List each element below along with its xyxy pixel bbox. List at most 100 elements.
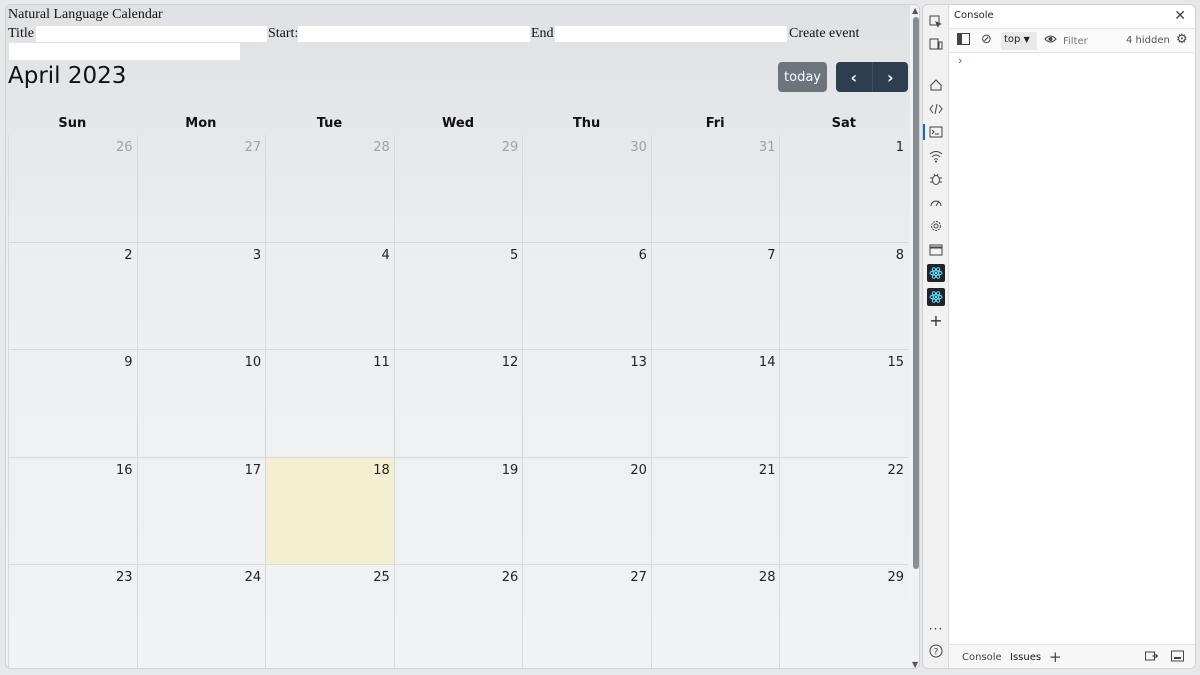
day-number[interactable]: 9: [124, 355, 132, 370]
network-icon[interactable]: [927, 147, 945, 165]
day-number[interactable]: 30: [630, 140, 647, 155]
day-cell[interactable]: 28: [650, 564, 780, 668]
drawer-tab-issues[interactable]: Issues: [1010, 652, 1041, 663]
day-number[interactable]: 19: [502, 463, 519, 478]
day-cell[interactable]: 19: [393, 457, 523, 564]
next-month-button[interactable]: ›: [871, 62, 909, 92]
day-cell[interactable]: 11: [265, 350, 394, 457]
day-number[interactable]: 28: [759, 570, 776, 585]
device-emulation-icon[interactable]: [927, 35, 945, 53]
day-cell[interactable]: 17: [136, 457, 266, 564]
day-number[interactable]: 14: [759, 355, 776, 370]
more-tools-icon[interactable]: +: [927, 311, 945, 330]
start-input[interactable]: [297, 25, 531, 43]
inspect-icon[interactable]: [927, 13, 945, 31]
day-number[interactable]: 6: [639, 248, 647, 263]
day-number[interactable]: 12: [502, 355, 519, 370]
day-number[interactable]: 27: [630, 570, 647, 585]
day-cell[interactable]: 29: [393, 135, 523, 243]
more-icon[interactable]: ···: [927, 620, 945, 638]
day-number[interactable]: 17: [245, 463, 262, 478]
day-number[interactable]: 3: [253, 248, 261, 263]
welcome-home-icon[interactable]: [927, 76, 945, 94]
sources-icon[interactable]: [927, 170, 945, 188]
day-number[interactable]: 29: [502, 140, 519, 155]
day-number[interactable]: 5: [510, 248, 518, 263]
day-cell[interactable]: 27: [522, 564, 651, 668]
day-number[interactable]: 29: [888, 570, 905, 585]
day-number[interactable]: 22: [888, 463, 905, 478]
day-cell[interactable]: 12: [393, 350, 523, 457]
scroll-up-arrow-icon[interactable]: ▲: [912, 6, 918, 15]
scroll-thumb[interactable]: [913, 17, 919, 569]
day-cell[interactable]: 7: [650, 243, 780, 350]
filter-input[interactable]: [1063, 33, 1119, 49]
day-cell[interactable]: 27: [136, 135, 266, 243]
day-cell-today[interactable]: 18: [265, 457, 394, 564]
prev-month-button[interactable]: ‹: [836, 62, 872, 92]
day-number[interactable]: 7: [767, 248, 775, 263]
end-input[interactable]: [554, 25, 788, 43]
day-number[interactable]: 18: [373, 463, 390, 478]
day-cell[interactable]: 4: [265, 243, 394, 350]
title-input[interactable]: [35, 25, 268, 43]
context-select[interactable]: top ▼: [1001, 32, 1037, 50]
react-profiler-icon[interactable]: [927, 288, 945, 306]
day-cell[interactable]: 10: [136, 350, 266, 457]
day-cell[interactable]: 21: [650, 457, 780, 564]
settings-icon[interactable]: [927, 217, 945, 235]
day-cell[interactable]: 20: [522, 457, 651, 564]
day-cell[interactable]: 8: [779, 243, 908, 350]
live-expression-eye-icon[interactable]: [1044, 33, 1057, 48]
day-cell[interactable]: 26: [8, 135, 137, 243]
day-number[interactable]: 15: [888, 355, 905, 370]
page-scrollbar[interactable]: ▲ ▼: [911, 5, 919, 668]
day-number[interactable]: 10: [245, 355, 262, 370]
day-cell[interactable]: 28: [265, 135, 394, 243]
application-icon[interactable]: [927, 241, 945, 259]
day-number[interactable]: 31: [759, 140, 776, 155]
day-number[interactable]: 26: [116, 140, 133, 155]
elements-icon[interactable]: [927, 100, 945, 118]
day-cell[interactable]: 29: [779, 564, 908, 668]
day-number[interactable]: 26: [502, 570, 519, 585]
add-drawer-tab-icon[interactable]: +: [1049, 648, 1062, 666]
day-cell[interactable]: 16: [8, 457, 137, 564]
day-number[interactable]: 1: [896, 140, 904, 155]
day-cell[interactable]: 23: [8, 564, 137, 668]
drawer-tab-console[interactable]: Console: [962, 652, 1002, 663]
close-icon[interactable]: ✕: [1174, 8, 1186, 24]
sidebar-toggle-icon[interactable]: [957, 33, 970, 48]
day-cell[interactable]: 6: [522, 243, 651, 350]
create-event-button[interactable]: Create event: [789, 26, 859, 42]
day-number[interactable]: 27: [245, 140, 262, 155]
day-number[interactable]: 21: [759, 463, 776, 478]
day-number[interactable]: 8: [896, 248, 904, 263]
react-components-icon[interactable]: [927, 264, 945, 282]
today-button[interactable]: today: [778, 62, 827, 92]
day-cell[interactable]: 31: [650, 135, 780, 243]
day-cell[interactable]: 5: [393, 243, 523, 350]
hidden-messages-count[interactable]: 4 hidden: [1126, 35, 1170, 46]
day-number[interactable]: 20: [630, 463, 647, 478]
day-number[interactable]: 28: [373, 140, 390, 155]
day-number[interactable]: 16: [116, 463, 133, 478]
title-input-overflow[interactable]: [8, 42, 241, 61]
day-cell[interactable]: 15: [779, 350, 908, 457]
day-cell[interactable]: 13: [522, 350, 651, 457]
day-cell[interactable]: 30: [522, 135, 651, 243]
console-icon[interactable]: [923, 123, 945, 141]
scroll-down-arrow-icon[interactable]: ▼: [912, 660, 918, 668]
day-cell[interactable]: 24: [136, 564, 266, 668]
day-number[interactable]: 24: [245, 570, 262, 585]
day-number[interactable]: 4: [381, 248, 389, 263]
day-cell[interactable]: 22: [779, 457, 908, 564]
undock-drawer-icon[interactable]: [1171, 650, 1184, 665]
performance-icon[interactable]: [927, 194, 945, 212]
day-number[interactable]: 2: [124, 248, 132, 263]
dock-side-icon[interactable]: [1145, 650, 1159, 665]
day-number[interactable]: 11: [373, 355, 390, 370]
day-cell[interactable]: 26: [393, 564, 523, 668]
day-number[interactable]: 23: [116, 570, 133, 585]
day-number[interactable]: 13: [630, 355, 647, 370]
